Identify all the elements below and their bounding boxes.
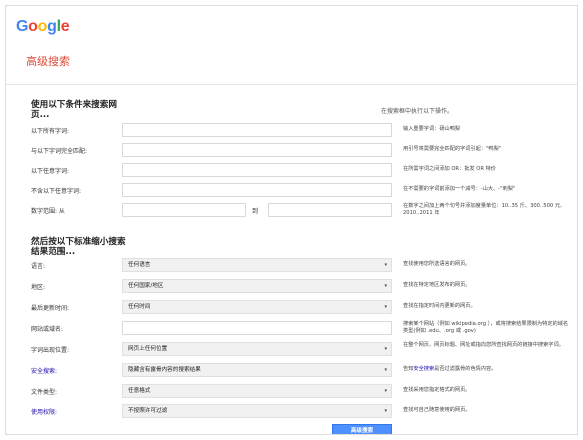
label-all-words: 以下所有字词: — [31, 128, 70, 135]
hint-last-update: 查找在指定时间内更新的网页。 — [403, 303, 476, 309]
page-title: 高级搜索 — [26, 55, 70, 68]
label-none-words: 不含以下任意字词: — [31, 188, 82, 195]
last-update-select[interactable]: 任何时间 ▾ — [122, 300, 392, 314]
section-title-narrow-results: 然后按以下标准缩小搜索结果范围... — [31, 237, 126, 257]
label-range-to: 到 — [252, 208, 259, 215]
section-title-search-terms: 使用以下条件来搜索网页... — [31, 100, 117, 120]
safesearch-select-value: 隐藏含有露骨内容的搜索结果 — [128, 367, 201, 373]
row-none-words: 不含以下任意字词: 在不需要的字词前添加一个减号：-山大、-"刺梨" — [6, 183, 577, 199]
logo-letter: o — [37, 18, 48, 35]
hint-terms-appearing: 在整个网页、网页标题、网址或指向您所查找网页的链接中搜索字词。 — [403, 342, 564, 348]
language-select-value: 任何语言 — [128, 262, 151, 268]
label-exact-phrase: 与以下字词完全匹配: — [31, 148, 88, 155]
label-language: 语言: — [31, 263, 46, 270]
row-safesearch: 安全搜索: 隐藏含有露骨内容的搜索结果 ▾ 告知安全搜索是否过滤露骨的色情内容。 — [6, 363, 577, 379]
google-logo[interactable]: Google — [16, 18, 70, 36]
chevron-down-icon: ▾ — [384, 367, 387, 373]
row-region: 地区: 任何国家/地区 ▾ 查找在特定地区发布的网页。 — [6, 279, 577, 295]
number-from-input[interactable] — [122, 203, 246, 217]
usage-rights-select-value: 不按照许可过滤 — [128, 408, 168, 414]
label-last-update: 最后更新时间: — [31, 305, 70, 312]
language-select[interactable]: 任何语言 ▾ — [122, 258, 392, 272]
row-language: 语言: 任何语言 ▾ 查找使用您所选语言的网页。 — [6, 258, 577, 274]
label-number-range: 数字范围: 从 — [31, 208, 65, 215]
label-region: 地区: — [31, 284, 46, 291]
label-any-words: 以下任意字词: — [31, 168, 70, 175]
hint-any-words: 在所需字词之间添加 OR：批发 OR 特价 — [403, 166, 496, 172]
region-select-value: 任何国家/地区 — [128, 283, 164, 289]
logo-letter: G — [16, 18, 29, 35]
logo-letter: g — [47, 18, 57, 35]
row-all-words: 以下所有字词: 输入重要字词：砀山鸭梨 — [6, 123, 577, 139]
header-divider — [6, 84, 577, 85]
row-usage-rights: 使用权限: 不按照许可过滤 ▾ 查找可自己随意使用的网页。 — [6, 404, 577, 420]
region-select[interactable]: 任何国家/地区 ▾ — [122, 279, 392, 293]
usage-rights-select[interactable]: 不按照许可过滤 ▾ — [122, 404, 392, 418]
side-heading: 在搜索框中执行以下操作。 — [381, 108, 454, 115]
site-domain-input[interactable] — [122, 321, 392, 335]
file-type-select-value: 任意格式 — [128, 388, 151, 394]
terms-appearing-select-value: 网页上任何位置 — [128, 346, 168, 352]
label-terms-appearing: 字词出现位置: — [31, 347, 70, 354]
row-any-words: 以下任意字词: 在所需字词之间添加 OR：批发 OR 特价 — [6, 163, 577, 179]
row-terms-appearing: 字词出现位置: 网页上任何位置 ▾ 在整个网页、网页标题、网址或指向您所查找网页的… — [6, 342, 577, 358]
safesearch-select[interactable]: 隐藏含有露骨内容的搜索结果 ▾ — [122, 363, 392, 377]
chevron-down-icon: ▾ — [384, 388, 387, 394]
hint-site-domain: 搜索某个网站（例如 wikipedia.org ），或将搜索结果限制为特定的域名… — [403, 321, 569, 334]
label-usage-rights-link[interactable]: 使用权限: — [31, 407, 57, 416]
last-update-select-value: 任何时间 — [128, 304, 151, 310]
chevron-down-icon: ▾ — [384, 283, 387, 289]
advanced-search-page: Google 高级搜索 使用以下条件来搜索网页... 在搜索框中执行以下操作。 … — [5, 5, 578, 435]
chevron-down-icon: ▾ — [384, 304, 387, 310]
label-site-domain: 网站或域名: — [31, 326, 64, 333]
label-file-type: 文件类型: — [31, 389, 58, 396]
hint-none-words: 在不需要的字词前添加一个减号：-山大、-"刺梨" — [403, 186, 516, 192]
hint-file-type: 查找采用您指定格式的网页。 — [403, 387, 471, 393]
terms-appearing-select[interactable]: 网页上任何位置 ▾ — [122, 342, 392, 356]
none-words-input[interactable] — [122, 183, 392, 197]
safesearch-link[interactable]: 安全搜索 — [413, 366, 434, 372]
hint-all-words: 输入重要字词：砀山鸭梨 — [403, 126, 461, 132]
chevron-down-icon: ▾ — [384, 408, 387, 414]
any-words-input[interactable] — [122, 163, 392, 177]
number-to-input[interactable] — [268, 203, 392, 217]
chevron-down-icon: ▾ — [384, 346, 387, 352]
row-exact-phrase: 与以下字词完全匹配: 用引号将需要完全匹配的字词引起："鸭梨" — [6, 143, 577, 159]
logo-letter: o — [28, 18, 38, 35]
file-type-select[interactable]: 任意格式 ▾ — [122, 384, 392, 398]
row-number-range: 数字范围: 从 到 在数字之间加上两个句号并添加度量单位：10..35 斤、30… — [6, 203, 577, 219]
hint-usage-rights: 查找可自己随意使用的网页。 — [403, 407, 471, 413]
hint-safesearch-pre: 告知 — [403, 366, 414, 372]
hint-exact-phrase: 用引号将需要完全匹配的字词引起："鸭梨" — [403, 146, 502, 152]
advanced-search-button[interactable]: 高级搜索 — [332, 424, 392, 434]
logo-letter: e — [60, 18, 70, 35]
row-last-update: 最后更新时间: 任何时间 ▾ 查找在指定时间内更新的网页。 — [6, 300, 577, 316]
hint-safesearch: 告知安全搜索是否过滤露骨的色情内容。 — [403, 366, 573, 373]
hint-number-range: 在数字之间加上两个句号并添加度量单位：10..35 斤、300..500 元、2… — [403, 203, 566, 216]
row-site-domain: 网站或域名: 搜索某个网站（例如 wikipedia.org ），或将搜索结果限… — [6, 321, 577, 337]
row-file-type: 文件类型: 任意格式 ▾ 查找采用您指定格式的网页。 — [6, 384, 577, 400]
label-safesearch-link[interactable]: 安全搜索: — [31, 366, 57, 375]
all-words-input[interactable] — [122, 123, 392, 137]
hint-safesearch-post: 是否过滤露骨的色情内容。 — [434, 366, 497, 372]
hint-language: 查找使用您所选语言的网页。 — [403, 261, 471, 267]
chevron-down-icon: ▾ — [384, 262, 387, 268]
exact-phrase-input[interactable] — [122, 143, 392, 157]
hint-region: 查找在特定地区发布的网页。 — [403, 282, 471, 288]
